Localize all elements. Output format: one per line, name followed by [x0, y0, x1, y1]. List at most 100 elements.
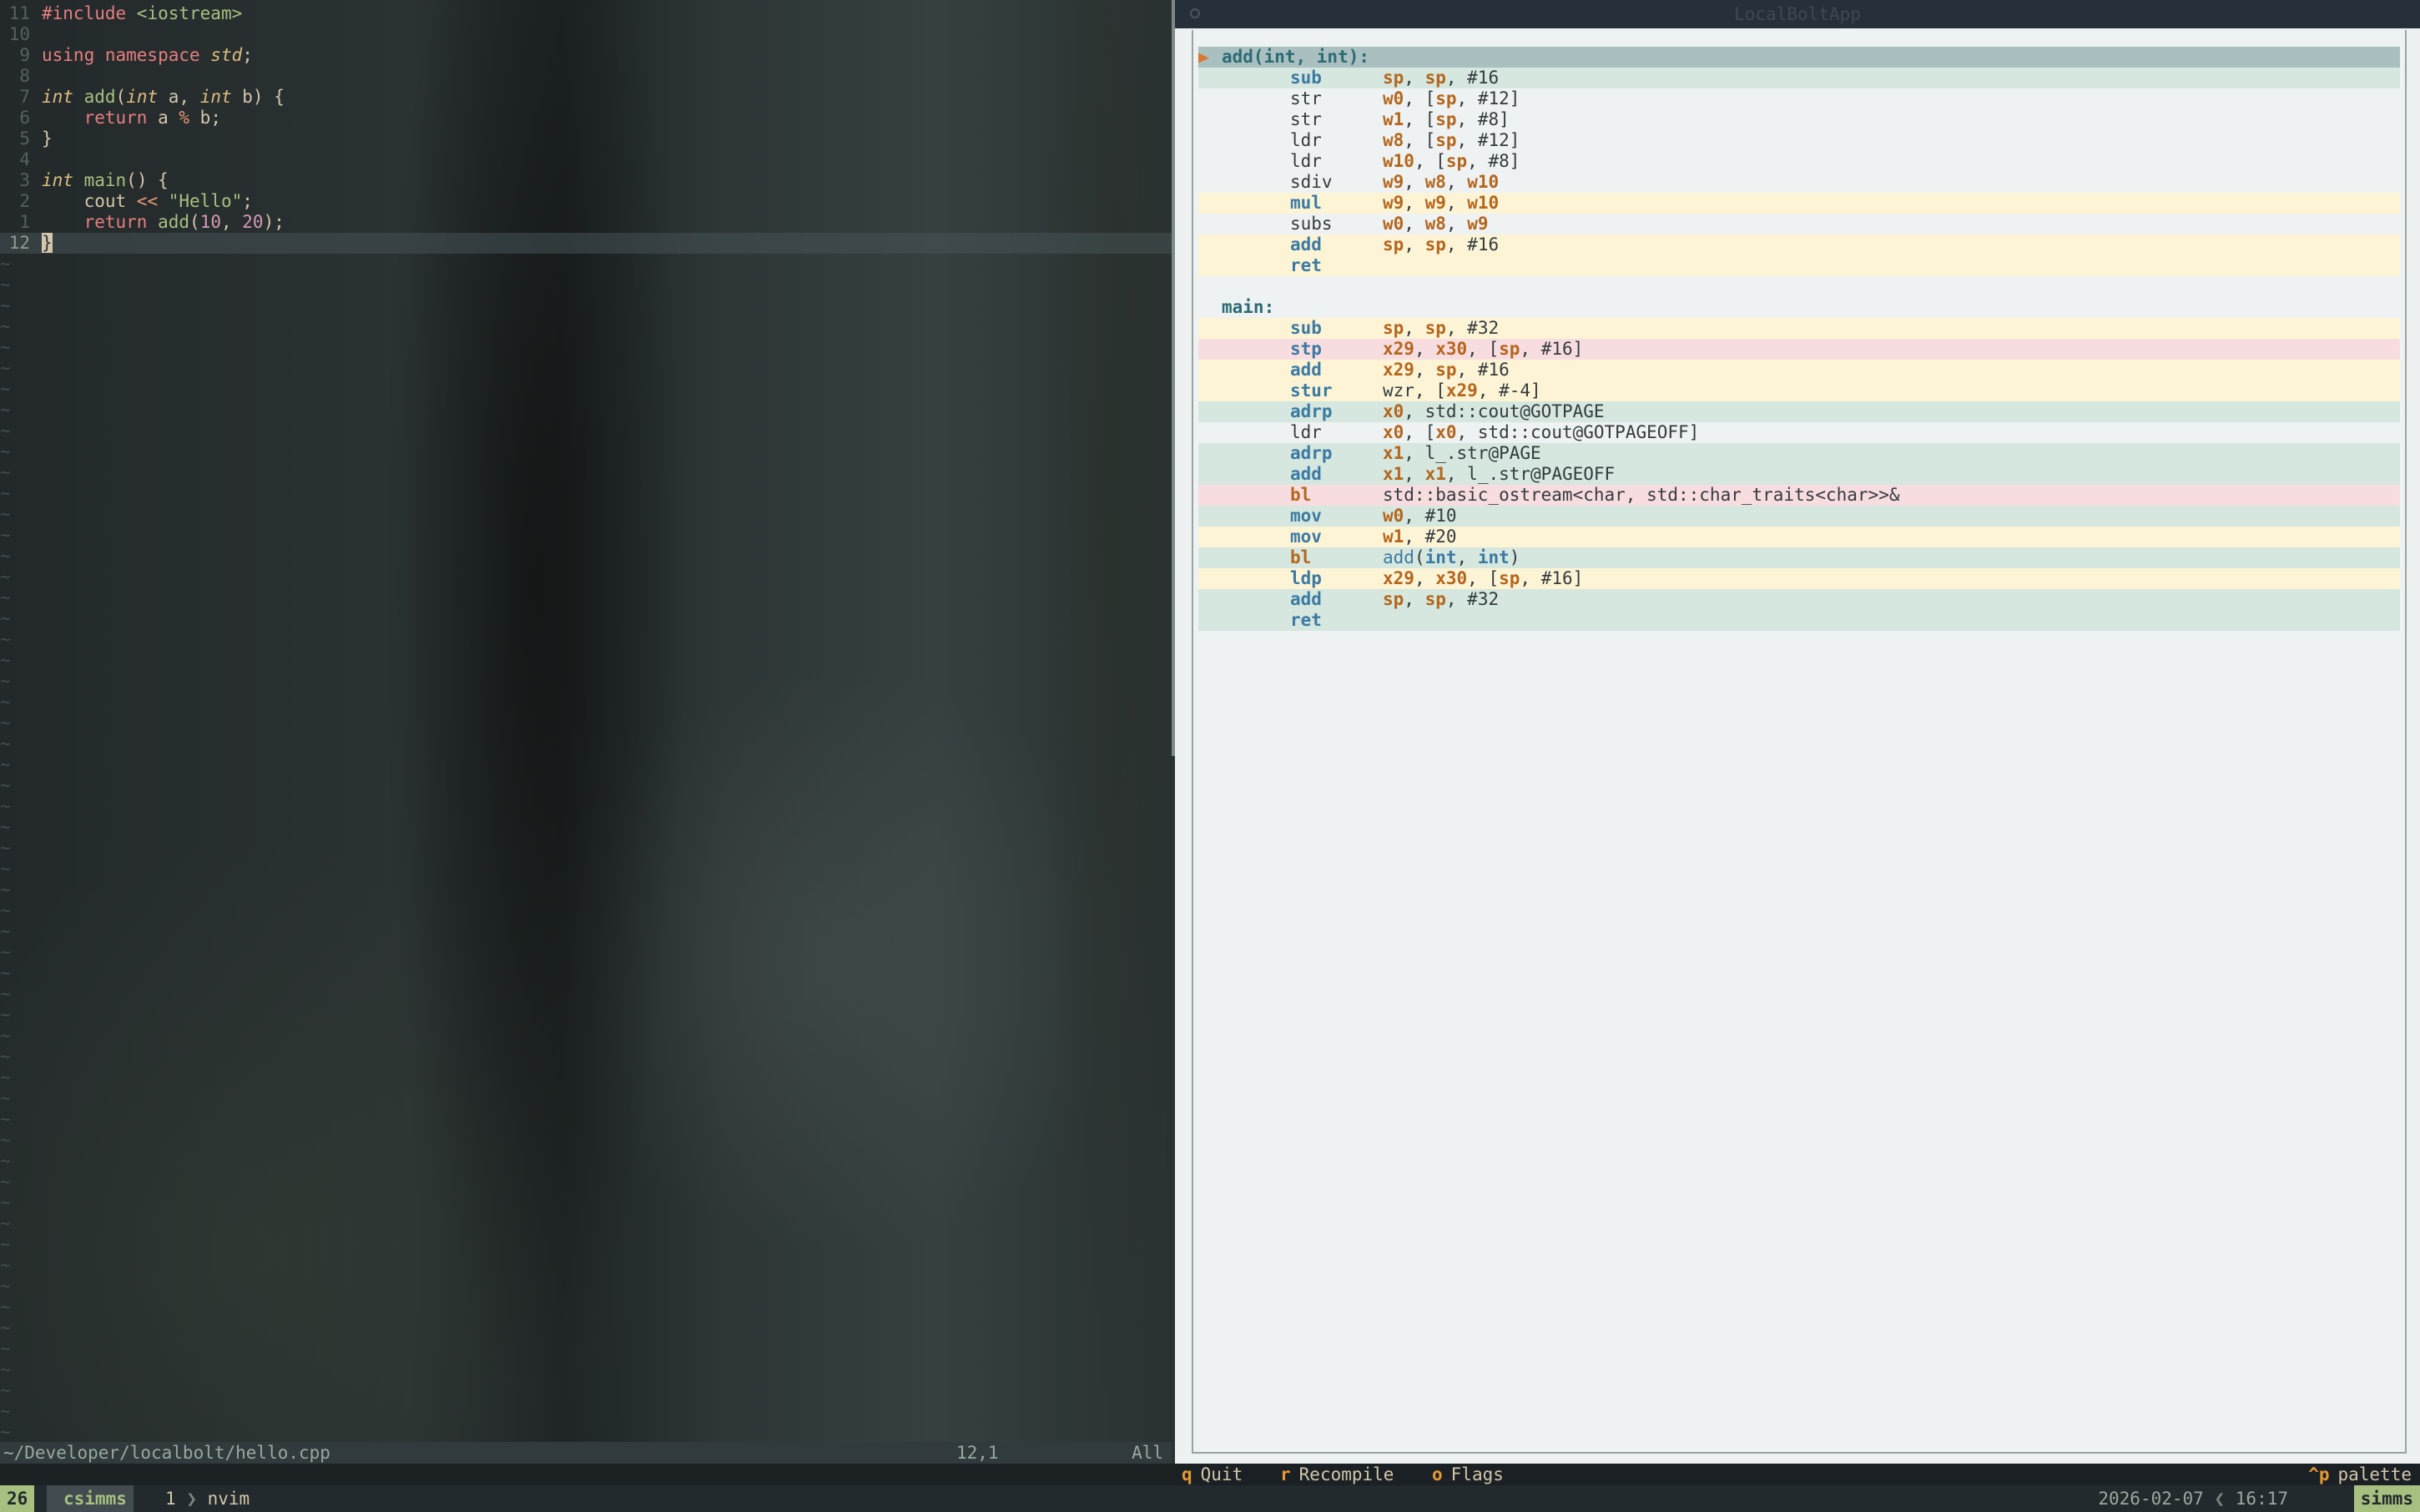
assembly-panel[interactable]: ▶ add(int, int): sub sp, sp, #16 str w0, [sp,… — [1192, 30, 2407, 1454]
code-line[interactable]: 4 — [0, 149, 1172, 170]
quit-button[interactable]: q Quit — [1182, 1464, 1243, 1485]
empty-line: ~ — [0, 441, 1172, 462]
empty-line-marker: ~ — [0, 316, 11, 336]
nvim-pane[interactable]: 11 #include <iostream> 10 9 using namespace … — [0, 0, 1172, 1464]
empty-line: ~ — [0, 1234, 1172, 1255]
asm-line[interactable]: add sp, sp, #16 — [1198, 234, 2400, 255]
asm-operand: sp — [1424, 68, 1446, 88]
line-number: 8 — [19, 66, 30, 86]
window-titlebar[interactable]: LocalBoltApp — [1175, 0, 2420, 28]
asm-operands: w9, w9, w10 — [1383, 193, 1499, 214]
asm-line[interactable]: str w0, [sp, #12] — [1198, 88, 2400, 109]
window-tab[interactable]: 1 ❯ nvim — [159, 1485, 256, 1512]
empty-line-marker: ~ — [0, 1318, 11, 1338]
empty-line-marker: ~ — [0, 838, 11, 858]
asm-mnemonic: bl — [1290, 547, 1312, 567]
code-line[interactable]: 3 int main() { — [0, 170, 1172, 191]
asm-line[interactable]: stur wzr, [x29, #-4] — [1198, 381, 2400, 401]
code-line[interactable]: 10 — [0, 24, 1172, 45]
code-line[interactable]: 11 #include <iostream> — [0, 3, 1172, 24]
code-token: ); — [263, 212, 285, 232]
asm-line[interactable]: ret — [1198, 255, 2400, 276]
code-line[interactable]: 7 int add(int a, int b) { — [0, 87, 1172, 108]
asm-operand: , #-4] — [1477, 381, 1541, 401]
asm-line[interactable]: adrp x0, std::cout@GOTPAGE — [1198, 401, 2400, 422]
empty-line: ~ — [0, 692, 1172, 713]
empty-line: ~ — [0, 796, 1172, 817]
cursor-position: 12,1 — [956, 1443, 999, 1463]
asm-operand: x1 — [1424, 464, 1446, 484]
asm-operand: sp — [1424, 318, 1446, 338]
empty-line: ~ — [0, 1359, 1172, 1380]
code-line[interactable]: 5} — [0, 129, 1172, 149]
code-line[interactable]: 12} — [0, 233, 1172, 254]
asm-line[interactable]: ldr w8, [sp, #12] — [1198, 130, 2400, 151]
window-close-icon[interactable] — [1190, 8, 1200, 18]
asm-line[interactable]: subs w0, w8, w9 — [1198, 214, 2400, 234]
asm-line[interactable]: ldr w10, [sp, #8] — [1198, 151, 2400, 172]
palette-button[interactable]: ^p palette — [2308, 1464, 2412, 1485]
asm-operand: sp — [1424, 234, 1446, 255]
asm-line[interactable]: str w1, [sp, #8] — [1198, 109, 2400, 130]
empty-line-marker: ~ — [0, 1005, 11, 1025]
code-line[interactable]: 2 cout << "Hello"; — [0, 191, 1172, 212]
asm-operands: sp, sp, #16 — [1383, 234, 1499, 255]
asm-operands: wzr, [x29, #-4] — [1383, 381, 1541, 401]
asm-line[interactable]: ldr x0, [x0, std::cout@GOTPAGEOFF] — [1198, 422, 2400, 443]
code-line[interactable]: 1 return add(10, 20); — [0, 212, 1172, 233]
asm-line[interactable]: ret — [1198, 610, 2400, 631]
asm-operand: x29 — [1383, 339, 1414, 359]
code-token: a, — [158, 87, 200, 107]
asm-line[interactable]: mov w0, #10 — [1198, 506, 2400, 527]
empty-line-marker: ~ — [0, 733, 11, 753]
code-token: return — [83, 212, 148, 232]
asm-line[interactable]: sdiv w9, w8, w10 — [1198, 172, 2400, 193]
asm-operand: w10 — [1383, 151, 1414, 171]
asm-operand: w10 — [1467, 193, 1500, 213]
asm-line[interactable]: ldp x29, x30, [sp, #16] — [1198, 568, 2400, 589]
line-number: 11 — [8, 3, 30, 23]
asm-mnemonic: add — [1290, 589, 1322, 609]
empty-line-marker: ~ — [0, 1234, 11, 1254]
flags-button[interactable]: o Flags — [1432, 1464, 1504, 1485]
asm-line[interactable]: mul w9, w9, w10 — [1198, 193, 2400, 214]
asm-line[interactable]: mov w1, #20 — [1198, 527, 2400, 547]
asm-operands: w0, [sp, #12] — [1383, 88, 1520, 109]
code-token: int — [199, 87, 232, 107]
asm-operand: , l_.str@PAGE — [1404, 443, 1541, 463]
asm-mnemonic: adrp — [1290, 401, 1333, 421]
code-editor[interactable]: 11 #include <iostream> 10 9 using namespace … — [0, 3, 1172, 1464]
asm-line[interactable]: add x29, sp, #16 — [1198, 360, 2400, 381]
empty-line-marker: ~ — [0, 587, 11, 607]
asm-line[interactable] — [1198, 276, 2400, 297]
empty-line: ~ — [0, 358, 1172, 379]
asm-line[interactable]: sub sp, sp, #16 — [1198, 68, 2400, 88]
code-line[interactable]: 6 return a % b; — [0, 108, 1172, 129]
asm-line[interactable]: main: — [1198, 297, 2400, 318]
asm-line[interactable]: stp x29, x30, [sp, #16] — [1198, 339, 2400, 360]
asm-line[interactable]: sub sp, sp, #32 — [1198, 318, 2400, 339]
asm-operand: , — [1404, 68, 1425, 88]
empty-line: ~ — [0, 504, 1172, 525]
asm-line[interactable]: add x1, x1, l_.str@PAGEOFF — [1198, 464, 2400, 485]
asm-line[interactable]: adrp x1, l_.str@PAGE — [1198, 443, 2400, 464]
code-token: 10 — [199, 212, 221, 232]
code-token: % — [179, 108, 190, 128]
empty-line: ~ — [0, 775, 1172, 796]
asm-operand: sp — [1383, 68, 1404, 88]
asm-line[interactable]: bl add(int, int) — [1198, 547, 2400, 568]
code-line[interactable]: 8 — [0, 66, 1172, 87]
asm-line[interactable]: ▶ add(int, int): — [1198, 47, 2400, 68]
asm-operand: , #8] — [1456, 109, 1510, 129]
expand-arrow-icon[interactable]: ▶ — [1198, 47, 1209, 68]
asm-operand: , #16 — [1456, 360, 1510, 380]
asm-line[interactable]: bl std::basic_ostream<char, std::char_tra… — [1198, 485, 2400, 506]
code-token: b; — [189, 108, 221, 128]
recompile-button[interactable]: r Recompile — [1280, 1464, 1394, 1485]
asm-operand: w9 — [1424, 193, 1446, 213]
empty-line: ~ — [0, 254, 1172, 275]
empty-line: ~ — [0, 984, 1172, 1005]
asm-line[interactable]: add sp, sp, #32 — [1198, 589, 2400, 610]
code-line[interactable]: 9 using namespace std; — [0, 45, 1172, 66]
